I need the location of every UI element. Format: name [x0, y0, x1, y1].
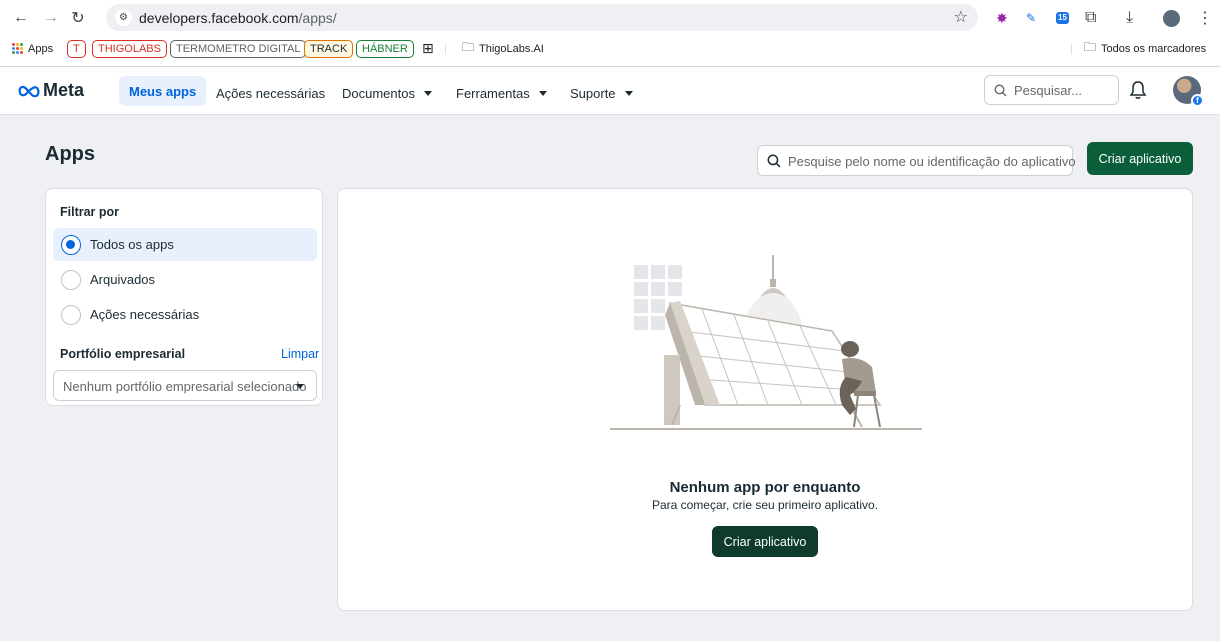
header-search-input[interactable]: Pesquisar... — [984, 75, 1119, 105]
search-icon — [994, 84, 1007, 97]
radio-selected[interactable] — [61, 234, 81, 255]
extension-pen-icon[interactable]: ✎ — [1026, 8, 1036, 28]
reload-icon[interactable]: ↻ — [67, 7, 89, 29]
browser-chrome: ← → ↻ ⚙ developers.facebook.com/apps/ ☆ … — [0, 0, 1220, 67]
extension-badge-icon[interactable]: 15 — [1056, 8, 1069, 28]
nav-ferramentas[interactable]: Ferramentas — [456, 80, 547, 106]
bookmark-label: Apps — [28, 42, 54, 55]
page-title: Apps — [45, 143, 95, 165]
bookmarks-bar: Apps T THIGOLABS TERMOMETRO DIGITAL TRAC… — [0, 37, 1220, 63]
nav-meus-apps[interactable]: Meus apps — [119, 76, 207, 106]
bookmark-thigolabs-ai[interactable]: 🗀 ThigoLabs.AI — [462, 39, 544, 58]
extension-badge: 15 — [1056, 12, 1069, 24]
empty-state-create-app-button[interactable]: Criar aplicativo — [712, 526, 818, 557]
caret-down-icon — [538, 90, 547, 96]
nav-documentos[interactable]: Documentos — [342, 80, 432, 106]
profile-icon[interactable] — [1163, 8, 1180, 28]
site-settings-icon[interactable]: ⚙ — [115, 9, 132, 26]
extension-gear-icon[interactable]: ✸ — [996, 8, 1008, 28]
nav-suporte[interactable]: Suporte — [570, 80, 633, 106]
all-bookmarks[interactable]: 🗀 Todos os marcadores — [1084, 39, 1206, 58]
address-bar[interactable]: ⚙ developers.facebook.com/apps/ ☆ — [106, 4, 978, 31]
extensions-puzzle-icon[interactable]: ⧉ — [1085, 8, 1096, 28]
bookmark-t[interactable]: T — [67, 39, 86, 58]
radio-unselected[interactable] — [61, 304, 81, 325]
caret-down-icon — [296, 384, 304, 389]
empty-state-title: Nenhum app por enquanto — [669, 479, 861, 496]
clear-filter-link[interactable]: Limpar — [281, 347, 319, 361]
empty-state-subtitle: Para começar, crie seu primeiro aplicati… — [651, 498, 879, 512]
apps-grid-icon — [12, 43, 23, 54]
bookmark-divider: | — [444, 42, 447, 55]
bookmark-label: THIGOLABS — [92, 39, 167, 58]
bookmark-label: T — [67, 39, 86, 58]
nav-label: Suporte — [570, 85, 616, 101]
browser-toolbar: ← → ↻ ⚙ developers.facebook.com/apps/ ☆ … — [0, 0, 1220, 36]
bookmark-termometro[interactable]: TERMOMETRO DIGITAL — [170, 39, 307, 58]
avatar[interactable]: f — [1173, 76, 1204, 107]
header-search-placeholder: Pesquisar... — [1014, 83, 1082, 98]
bookmark-label: TRACK — [304, 39, 354, 58]
nav-label: Meus apps — [129, 83, 197, 99]
url-path: /apps/ — [298, 10, 337, 26]
bookmark-thigolabs[interactable]: THIGOLABS — [92, 39, 167, 58]
browser-menu-icon[interactable]: ⋮ — [1197, 8, 1213, 28]
nav-label: Ações necessárias — [216, 85, 326, 101]
forward-arrow-icon[interactable]: → — [40, 7, 62, 29]
search-icon — [767, 154, 781, 168]
url-host: developers.facebook.com — [139, 10, 299, 26]
portfolio-title: Portfólio empresarial — [60, 347, 186, 361]
empty-state-illustration — [610, 255, 922, 430]
filter-option-label: Ações necessárias — [90, 307, 200, 322]
bookmark-label: ThigoLabs.AI — [479, 42, 544, 55]
meta-logo[interactable]: Meta — [18, 80, 84, 101]
filter-option-label: Arquivados — [90, 272, 156, 287]
folder-icon: 🗀 — [462, 40, 475, 54]
address-url[interactable]: developers.facebook.com/apps/ — [139, 10, 337, 26]
meta-header: Meta Meus apps Ações necessárias Documen… — [0, 67, 1220, 115]
nav-label: Ferramentas — [456, 85, 530, 101]
tab-group-icon[interactable]: ⊞ — [422, 39, 434, 58]
filter-option-actions-needed[interactable]: Ações necessárias — [53, 298, 317, 331]
bookmark-track[interactable]: TRACK — [304, 39, 354, 58]
bookmark-label: TERMOMETRO DIGITAL — [170, 39, 307, 58]
portfolio-placeholder: Nenhum portfólio empresarial selecionado — [63, 379, 307, 394]
nav-label: Documentos — [342, 85, 415, 101]
notification-bell-icon[interactable] — [1129, 80, 1147, 100]
caret-down-icon — [423, 90, 432, 96]
meta-infinity-icon — [18, 85, 40, 97]
nav-acoes-necessarias[interactable]: Ações necessárias — [216, 80, 325, 106]
create-app-button[interactable]: Criar aplicativo — [1087, 142, 1193, 175]
empty-state-panel: Nenhum app por enquanto Para começar, cr… — [337, 188, 1193, 611]
app-search-input[interactable]: Pesquise pelo nome ou identificação do a… — [757, 145, 1076, 176]
radio-unselected[interactable] — [61, 269, 81, 290]
folder-icon: 🗀 — [1084, 40, 1097, 54]
bookmark-habner[interactable]: HÁBNER — [356, 39, 414, 58]
filter-option-label: Todos os apps — [90, 237, 174, 252]
meta-logo-text: Meta — [43, 80, 85, 100]
all-bookmarks-label: Todos os marcadores — [1101, 42, 1207, 55]
back-arrow-icon[interactable]: ← — [10, 7, 32, 29]
filter-option-all-apps[interactable]: Todos os apps — [53, 228, 317, 261]
portfolio-dropdown[interactable]: Nenhum portfólio empresarial selecionado — [53, 370, 317, 401]
filter-option-archived[interactable]: Arquivados — [53, 263, 317, 296]
facebook-badge-icon: f — [1191, 94, 1204, 107]
bookmark-divider: | — [1070, 42, 1073, 55]
download-icon[interactable]: ⤓ — [1126, 8, 1133, 28]
filter-panel: Filtrar por Todos os apps Arquivados Açõ… — [45, 188, 323, 406]
bookmark-label: HÁBNER — [356, 39, 414, 58]
bookmark-apps[interactable]: Apps — [12, 39, 53, 58]
filter-title: Filtrar por — [60, 205, 120, 219]
app-search-placeholder: Pesquise pelo nome ou identificação do a… — [788, 154, 1076, 169]
bookmark-star-icon[interactable]: ☆ — [954, 7, 968, 27]
caret-down-icon — [624, 90, 633, 96]
